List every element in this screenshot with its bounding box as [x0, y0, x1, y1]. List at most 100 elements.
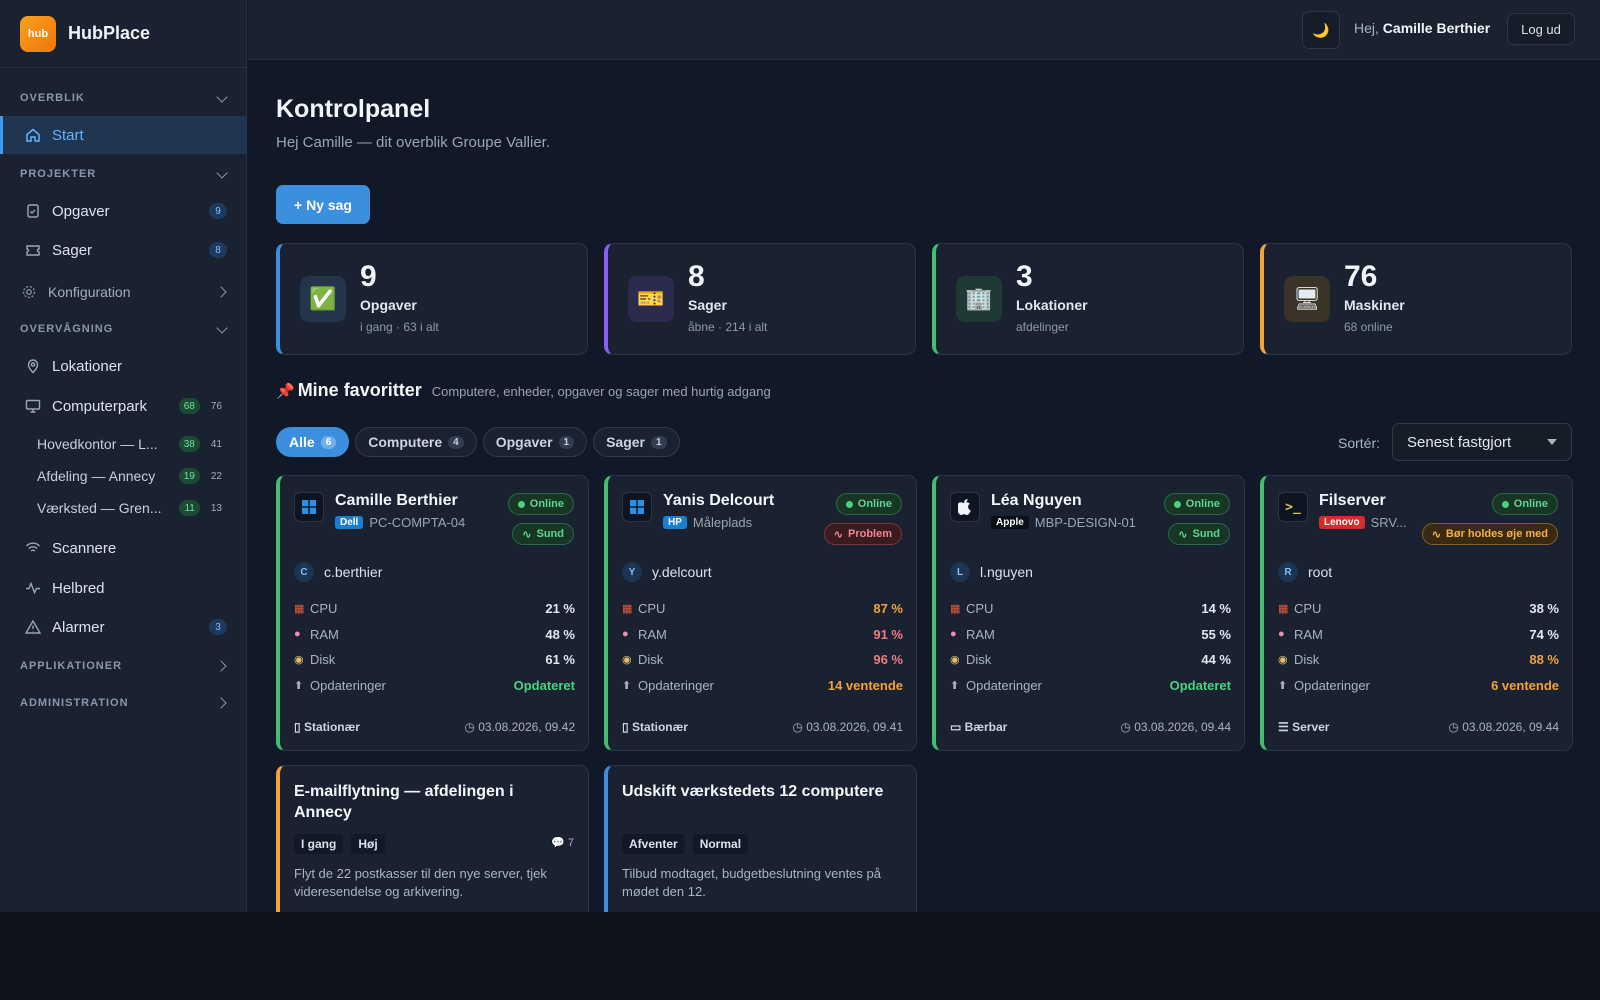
tower-icon: ▯ — [622, 720, 632, 734]
count-badge: 3 — [209, 619, 227, 635]
filter-chip-alle[interactable]: Alle 6 — [276, 427, 350, 457]
status-badge: Online — [835, 493, 902, 515]
metric-value: 61 % — [545, 652, 575, 668]
filter-chip-sager[interactable]: Sager 1 — [593, 427, 680, 457]
metrics-list: ▦ CPU 87 % ● RAM 91 % ◉ Disk 96 % ⬆ Opdateringe… — [622, 596, 903, 698]
machine-user: Rroot — [1278, 562, 1332, 582]
avatar: C — [294, 562, 314, 582]
section-label: PROJEKTER — [20, 168, 97, 180]
machine-name: Camille Berthier — [335, 492, 458, 509]
sidebar-item-label: Computerpark — [52, 397, 148, 415]
sidebar-item-start[interactable]: Start — [0, 116, 247, 154]
windows-logo-icon — [622, 492, 652, 522]
sidebar-item-helbred[interactable]: Helbred — [0, 569, 247, 607]
stat-card-opgaver[interactable]: ✅ 9 Opgaver i gang · 63 i alt — [276, 243, 588, 355]
device-type-label: Stationær — [303, 720, 360, 734]
task-title: Udskift værkstedets 12 computere — [622, 783, 884, 800]
sidebar-item-sager[interactable]: Sager 8 — [0, 231, 247, 269]
clipboard-check-icon — [24, 202, 42, 220]
sidebar-item-lokationer[interactable]: Lokationer — [0, 347, 247, 385]
stat-card-lokationer[interactable]: 🏢 3 Lokationer afdelinger — [932, 243, 1244, 355]
comment-count: 💬 7 — [551, 836, 574, 849]
main-content: Kontrolpanel Hej Camille — dit overblik … — [248, 61, 1600, 912]
health-badge: ∿ Bør holdes øje med — [1421, 523, 1558, 545]
cpu-icon: ▦ — [622, 603, 633, 616]
metric-label: RAM — [638, 626, 667, 642]
online-count-badge: 19 — [178, 468, 200, 484]
health-label: Sund — [536, 528, 565, 540]
sidebar-item-scannere[interactable]: Scannere — [0, 529, 247, 567]
section-administration[interactable]: ADMINISTRATION — [0, 690, 247, 716]
brain-icon: ● — [1278, 628, 1285, 641]
section-overvaagning[interactable]: OVERVÅGNING — [0, 316, 247, 342]
health-badge: ∿ Problem — [823, 523, 902, 545]
metric-value: 55 % — [1201, 626, 1231, 642]
section-applikationer[interactable]: APPLIKATIONER — [0, 653, 247, 679]
filter-chip-computere[interactable]: Computere 4 — [355, 427, 477, 457]
chip-count: 4 — [448, 435, 464, 449]
topbar: 🌙 Hej, Camille Berthier Log ud — [248, 0, 1600, 60]
brain-icon: ● — [294, 628, 301, 641]
metrics-list: ▦ CPU 21 % ● RAM 48 % ◉ Disk 61 % ⬆ Opdateringe… — [294, 596, 575, 698]
online-count-badge: 38 — [178, 436, 200, 452]
metrics-list: ▦ CPU 14 % ● RAM 55 % ◉ Disk 44 % ⬆ Opdateringe… — [950, 596, 1231, 698]
new-case-button[interactable]: + Ny sag — [276, 185, 370, 224]
stat-card-sager[interactable]: 🎫 8 Sager åbne · 214 i alt — [604, 243, 916, 355]
machine-card[interactable]: Yanis Delcourt HP Måleplads Online ∿ Probl… — [604, 475, 917, 751]
metric-label: Opdateringer — [1294, 677, 1370, 693]
count-badge: 9 — [209, 203, 227, 219]
activity-icon: ∿ — [1178, 528, 1188, 541]
theme-toggle-button[interactable]: 🌙 — [1302, 11, 1340, 49]
logout-button[interactable]: Log ud — [1507, 13, 1575, 45]
timestamp: 03.08.2026, 09.44 — [1462, 720, 1559, 734]
stat-description: 68 online — [1344, 320, 1393, 334]
metric-value: 74 % — [1529, 626, 1559, 642]
filter-chip-opgaver[interactable]: Opgaver 1 — [482, 427, 588, 457]
metric-value: 21 % — [545, 601, 575, 617]
task-card[interactable]: E-mailflytning — afdelingen i Annecy I g… — [276, 765, 589, 912]
chip-label: Sager — [606, 434, 646, 450]
user-greeting: Hej, Camille Berthier — [1354, 20, 1490, 36]
stat-label: Opgaver — [360, 297, 417, 313]
metric-label: Disk — [966, 652, 992, 668]
sidebar-item-label: Scannere — [52, 539, 117, 557]
favorites-header: 📌 Mine favoritter Computere, enheder, op… — [276, 380, 771, 401]
machine-card[interactable]: Léa Nguyen Apple MBP-DESIGN-01 Online ∿ Su… — [932, 475, 1245, 751]
task-card[interactable]: Udskift værkstedets 12 computere Afvente… — [604, 765, 917, 912]
machine-card[interactable]: >_ Filserver Lenovo SRV... Online ∿ Bør ho… — [1260, 475, 1573, 751]
last-seen: ◷ 03.08.2026, 09.44 — [1448, 720, 1559, 734]
sidebar-item-opgaver[interactable]: Opgaver 9 — [0, 192, 247, 230]
greeting-text: Hej, — [1354, 20, 1383, 36]
brand[interactable]: hub HubPlace — [0, 0, 246, 68]
brain-icon: ● — [622, 628, 629, 641]
machine-card[interactable]: Camille Berthier Dell PC-COMPTA-04 Online… — [276, 475, 589, 751]
machine-user: Cc.berthier — [294, 562, 382, 582]
device-type-label: Stationær — [631, 720, 688, 734]
sidebar-subitem-location[interactable]: Værksted — Gren... 11 13 — [0, 489, 247, 527]
health-label: Bør holdes øje med — [1445, 528, 1548, 540]
wifi-icon — [24, 539, 42, 557]
chevron-down-icon — [217, 169, 227, 179]
sidebar-item-konfiguration[interactable]: Konfiguration — [0, 273, 247, 311]
activity-icon: ∿ — [833, 528, 843, 541]
clock-icon: ◷ — [1448, 720, 1463, 734]
section-overblik[interactable]: OVERBLIK — [0, 85, 247, 111]
metric-disk: ◉ Disk 88 % — [1278, 647, 1559, 673]
device-type: ▯ Stationær — [294, 720, 360, 734]
stat-card-maskiner[interactable]: 🖥 76 Maskiner 68 online — [1260, 243, 1572, 355]
sort-select[interactable]: Senest fastgjort — [1392, 423, 1572, 461]
page-subtitle: Hej Camille — dit overblik Groupe Vallie… — [276, 134, 550, 151]
sidebar-item-label: Opgaver — [52, 202, 110, 220]
clock-icon: ◷ — [1120, 720, 1135, 734]
arrow-up-icon: ⬆ — [622, 679, 632, 692]
status-badge: Online — [507, 493, 574, 515]
sidebar-item-alarmer[interactable]: Alarmer 3 — [0, 608, 247, 646]
ticket-icon: 🎫 — [628, 276, 674, 322]
sidebar-item-computerpark[interactable]: Computerpark 68 76 — [0, 387, 247, 425]
machine-user: Ll.nguyen — [950, 562, 1033, 582]
laptop-icon: ▭ — [950, 720, 965, 734]
cpu-icon: ▦ — [950, 603, 961, 616]
online-count-badge: 11 — [179, 500, 200, 516]
machine-name: Filserver — [1319, 492, 1386, 509]
section-projekter[interactable]: PROJEKTER — [0, 161, 247, 187]
